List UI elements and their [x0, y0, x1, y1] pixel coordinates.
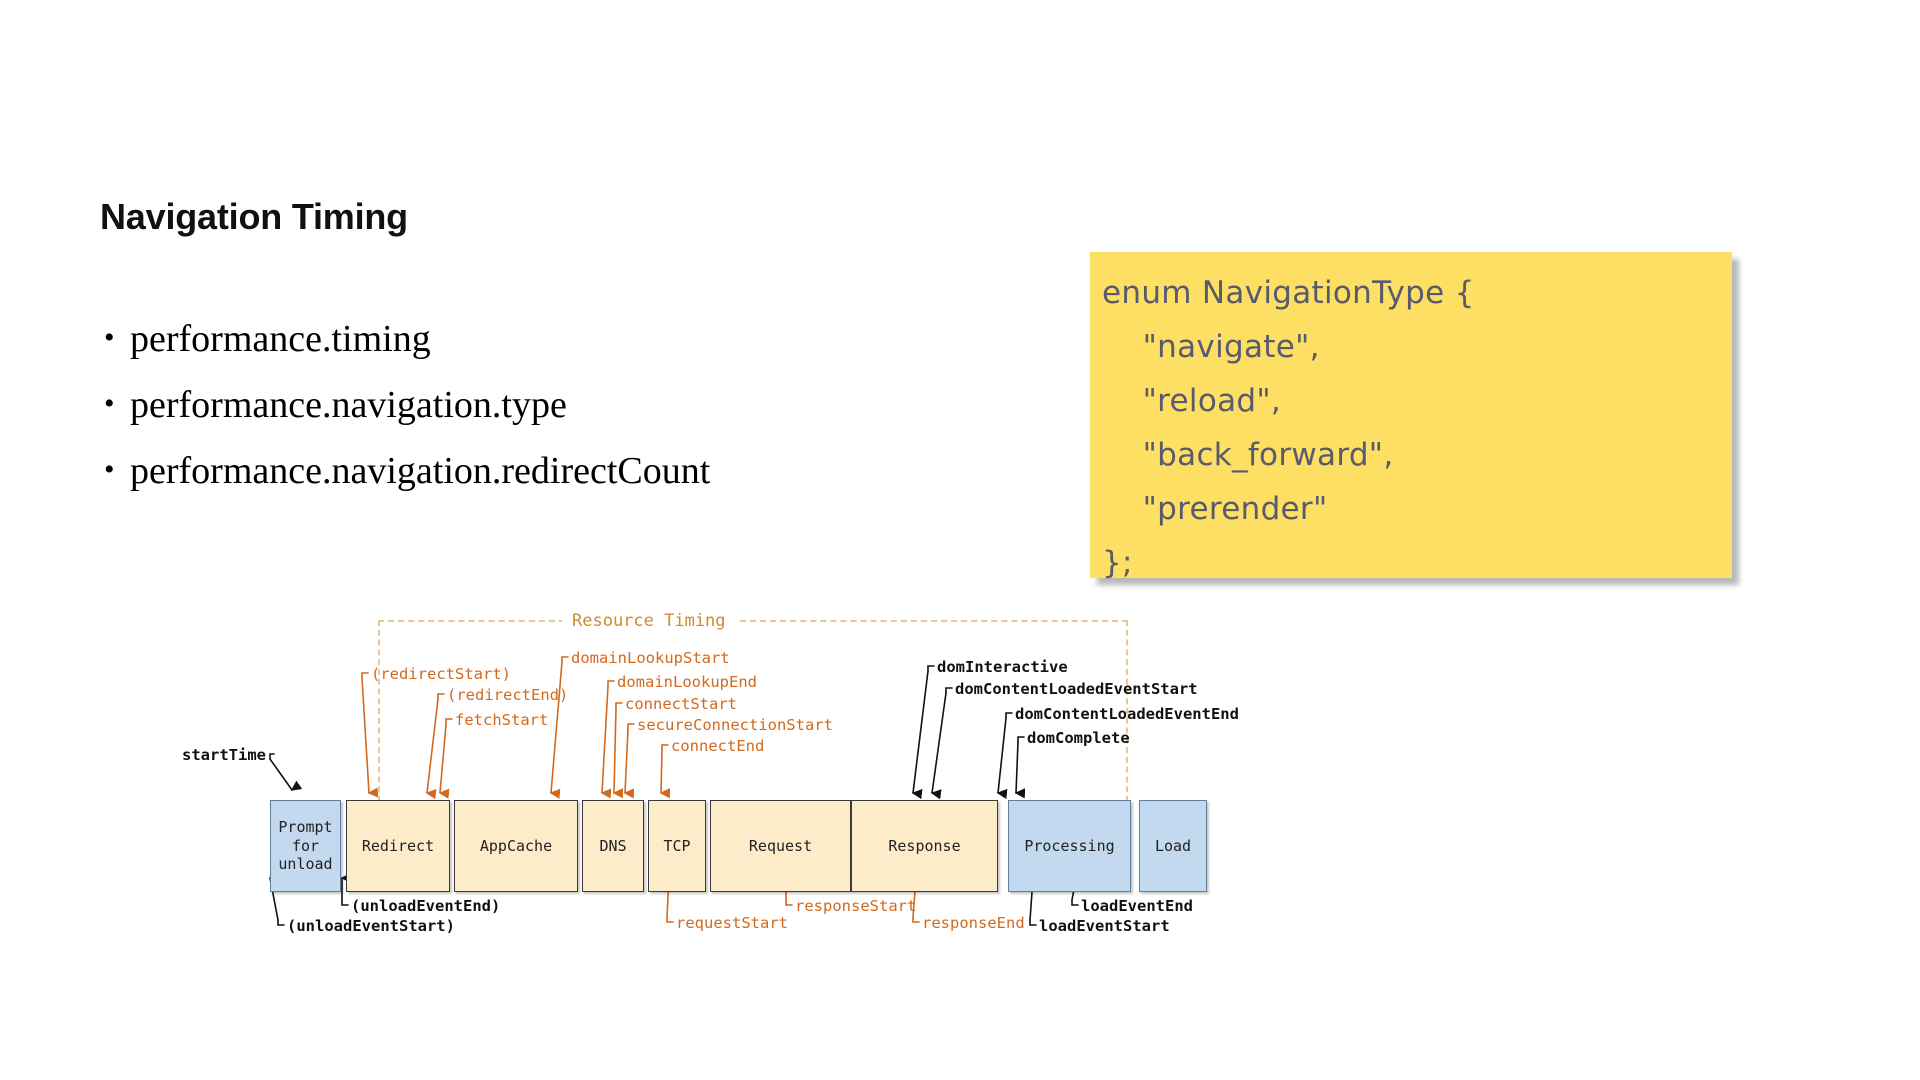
label-loadEventEnd: loadEventEnd	[1081, 897, 1193, 915]
list-item: • performance.timing	[104, 318, 924, 366]
phase-box-request: Request	[710, 800, 851, 892]
label-redirectStart: (redirectStart)	[371, 665, 511, 683]
code-line: enum NavigationType {	[1102, 275, 1475, 311]
phase-box-appcache: AppCache	[454, 800, 578, 892]
phase-box-redirect: Redirect	[346, 800, 450, 892]
phase-box-load: Load	[1139, 800, 1207, 892]
phase-box-prompt-for-unload: Prompt for unload	[270, 800, 341, 892]
label-unloadEventEnd: (unloadEventEnd)	[351, 897, 501, 915]
label-connectStart: connectStart	[625, 695, 737, 713]
label-responseStart: responseStart	[795, 897, 917, 915]
label-connectEnd: connectEnd	[671, 737, 765, 755]
label-unloadEventStart: (unloadEventStart)	[287, 917, 455, 935]
list-item-label: performance.navigation.redirectCount	[130, 450, 711, 492]
list-item: • performance.navigation.type	[104, 384, 924, 432]
label-responseEnd: responseEnd	[922, 914, 1025, 932]
bullet-marker-icon: •	[104, 387, 115, 420]
bullet-marker-icon: •	[104, 321, 115, 354]
bullet-marker-icon: •	[104, 453, 115, 486]
list-item: • performance.navigation.redirectCount	[104, 450, 924, 498]
label-domComplete: domComplete	[1027, 729, 1130, 747]
bullet-list: • performance.timing • performance.navig…	[104, 318, 924, 518]
phase-box-processing: Processing	[1008, 800, 1131, 892]
label-domInteractive: domInteractive	[937, 658, 1068, 676]
code-line: };	[1102, 545, 1133, 581]
code-line: "back_forward",	[1102, 437, 1394, 473]
label-redirectEnd: (redirectEnd)	[447, 686, 569, 704]
label-startTime: startTime	[182, 746, 266, 764]
page-title: Navigation Timing	[100, 196, 408, 237]
label-domContentLoadedEventEnd: domContentLoadedEventEnd	[1015, 705, 1239, 723]
list-item-label: performance.navigation.type	[130, 384, 567, 426]
phase-box-dns: DNS	[582, 800, 644, 892]
phase-box-response: Response	[851, 800, 998, 892]
label-domainLookupEnd: domainLookupEnd	[617, 673, 757, 691]
list-item-label: performance.timing	[130, 318, 431, 360]
code-line: "navigate",	[1102, 329, 1320, 365]
label-domainLookupStart: domainLookupStart	[571, 649, 730, 667]
phase-box-tcp: TCP	[648, 800, 706, 892]
navigation-timing-diagram: Resource Timing startTime (redirectStart…	[182, 611, 1710, 1040]
code-line: "reload",	[1102, 383, 1282, 419]
resource-timing-label: Resource Timing	[562, 611, 736, 631]
code-line: "prerender"	[1102, 491, 1328, 527]
label-domContentLoadedEventStart: domContentLoadedEventStart	[955, 680, 1198, 698]
code-snippet-note: enum NavigationType { "navigate", "reloa…	[1090, 252, 1732, 581]
label-secureConnectionStart: secureConnectionStart	[637, 716, 833, 734]
label-requestStart: requestStart	[676, 914, 788, 932]
label-loadEventStart: loadEventStart	[1039, 917, 1170, 935]
slide-canvas: Navigation Timing • performance.timing •…	[0, 0, 1920, 1080]
label-fetchStart: fetchStart	[455, 711, 549, 729]
